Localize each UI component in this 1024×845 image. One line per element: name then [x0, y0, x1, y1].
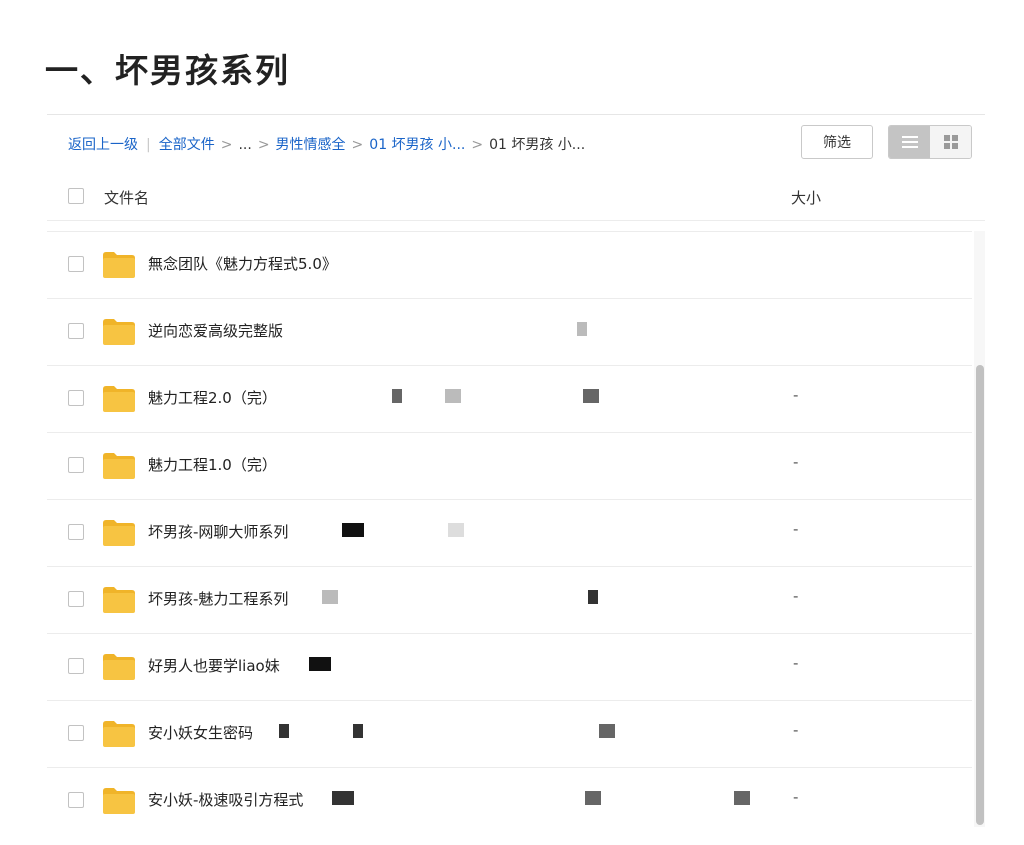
redaction-pixel	[599, 724, 615, 738]
redacted-block	[310, 322, 767, 336]
list-view-icon	[901, 136, 918, 148]
breadcrumb-separator: >	[351, 137, 364, 153]
file-row[interactable]: 魅力工程2.0（完） -	[47, 365, 972, 432]
redacted-block	[322, 590, 767, 604]
row-checkbox[interactable]	[68, 524, 84, 540]
row-checkbox[interactable]	[68, 658, 84, 674]
file-name[interactable]: 逆向恋爱高级完整版	[148, 320, 283, 341]
file-name[interactable]: 無念团队《魅力方程式5.0》	[148, 253, 337, 274]
file-name[interactable]: 魅力工程1.0（完）	[148, 454, 277, 475]
breadcrumb-level1[interactable]: 男性情感全	[276, 137, 346, 153]
file-size: -	[793, 587, 799, 605]
back-link[interactable]: 返回上一级	[68, 137, 138, 153]
redaction-pixel	[734, 791, 750, 805]
redaction-pixel	[309, 657, 331, 671]
file-browser-panel: 返回上一级 | 全部文件 >... > 男性情感全 >01 坏男孩 小... >01 坏男孩 …	[47, 114, 985, 827]
redaction-pixel	[392, 389, 402, 403]
redaction-pixel	[577, 322, 587, 336]
redaction-pixel	[448, 523, 464, 537]
folder-icon	[103, 788, 135, 814]
folder-icon	[103, 386, 135, 412]
file-row[interactable]: 好男人也要学liao妹 -	[47, 633, 972, 700]
scrollbar-thumb[interactable]	[976, 365, 984, 825]
list-view-button[interactable]	[889, 126, 930, 158]
redaction-pixel	[279, 724, 289, 738]
file-size: -	[793, 721, 799, 739]
redaction-pixel	[585, 791, 601, 805]
redacted-block	[292, 389, 767, 403]
breadcrumb-divider: |	[146, 137, 151, 153]
file-row[interactable]: 安小妖女生密码 -	[47, 700, 972, 767]
grid-view-icon	[943, 135, 958, 149]
row-checkbox[interactable]	[68, 792, 84, 808]
grid-view-button[interactable]	[930, 126, 971, 158]
folder-icon	[103, 520, 135, 546]
redaction-pixel	[588, 590, 598, 604]
row-checkbox[interactable]	[68, 591, 84, 607]
folder-icon	[103, 587, 135, 613]
breadcrumb-current: 01 坏男孩 小...	[489, 137, 586, 153]
file-name[interactable]: 坏男孩-网聊大师系列	[148, 521, 288, 542]
row-checkbox[interactable]	[68, 256, 84, 272]
file-row[interactable]: 逆向恋爱高级完整版	[47, 298, 972, 365]
file-row[interactable]: 坏男孩-魅力工程系列 -	[47, 566, 972, 633]
file-name[interactable]: 安小妖女生密码	[148, 722, 253, 743]
breadcrumb-separator: >	[471, 137, 484, 153]
folder-icon	[103, 252, 135, 278]
breadcrumb-ellipsis[interactable]: ...	[238, 137, 251, 153]
redacted-block	[309, 657, 767, 671]
file-size: -	[793, 520, 799, 538]
file-size: -	[793, 453, 799, 471]
row-checkbox[interactable]	[68, 323, 84, 339]
folder-icon	[103, 453, 135, 479]
table-header: 文件名 大小	[47, 172, 985, 221]
folder-icon	[103, 319, 135, 345]
redaction-pixel	[445, 389, 461, 403]
file-list: 無念团队《魅力方程式5.0》 逆向恋爱高级完整版 魅力工程2.0（完） - 魅力工程1.…	[47, 231, 972, 827]
file-name[interactable]: 好男人也要学liao妹	[148, 655, 280, 676]
breadcrumb-level2[interactable]: 01 坏男孩 小...	[369, 137, 465, 153]
file-size: -	[793, 386, 799, 404]
redaction-pixel	[332, 791, 354, 805]
redaction-pixel	[353, 724, 363, 738]
redacted-block	[322, 523, 767, 537]
redaction-pixel	[583, 389, 599, 403]
row-checkbox[interactable]	[68, 725, 84, 741]
breadcrumb-separator: >	[257, 137, 270, 153]
file-row[interactable]: 坏男孩-网聊大师系列 -	[47, 499, 972, 566]
redacted-block	[279, 724, 767, 738]
file-row[interactable]: 安小妖-极速吸引方程式 -	[47, 767, 972, 827]
column-header-size[interactable]: 大小	[791, 187, 821, 208]
page-title: 一、坏男孩系列	[45, 51, 290, 90]
breadcrumb: 返回上一级 | 全部文件 >... > 男性情感全 >01 坏男孩 小... >01 坏男孩 …	[68, 134, 585, 154]
file-name[interactable]: 坏男孩-魅力工程系列	[148, 588, 288, 609]
breadcrumb-separator: >	[220, 137, 233, 153]
select-all-checkbox[interactable]	[68, 188, 84, 204]
filter-button[interactable]: 筛选	[801, 125, 873, 159]
toolbar: 返回上一级 | 全部文件 >... > 男性情感全 >01 坏男孩 小... >01 坏男孩 …	[47, 115, 985, 171]
redacted-block	[292, 456, 767, 470]
redaction-pixel	[322, 590, 338, 604]
file-row[interactable]: 無念团队《魅力方程式5.0》	[47, 231, 972, 298]
folder-icon	[103, 654, 135, 680]
file-name[interactable]: 魅力工程2.0（完）	[148, 387, 277, 408]
redacted-block	[362, 255, 767, 269]
file-name[interactable]: 安小妖-极速吸引方程式	[148, 789, 303, 810]
redacted-block	[332, 791, 767, 805]
row-checkbox[interactable]	[68, 390, 84, 406]
breadcrumb-all-files[interactable]: 全部文件	[159, 137, 215, 153]
column-header-name[interactable]: 文件名	[104, 187, 149, 208]
folder-icon	[103, 721, 135, 747]
file-row[interactable]: 魅力工程1.0（完） -	[47, 432, 972, 499]
redaction-pixel	[342, 523, 364, 537]
row-checkbox[interactable]	[68, 457, 84, 473]
view-toggle	[888, 125, 972, 159]
file-size: -	[793, 654, 799, 672]
file-size: -	[793, 788, 799, 806]
